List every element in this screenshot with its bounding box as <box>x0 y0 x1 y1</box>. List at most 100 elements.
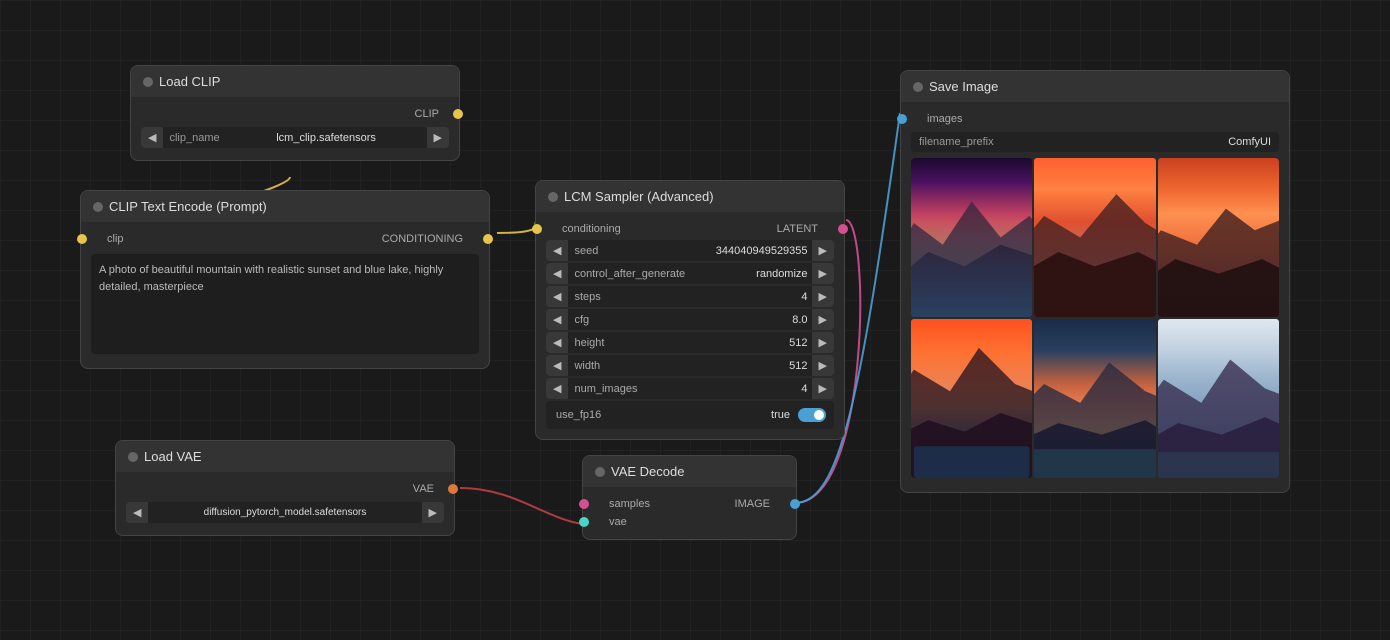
num-images-value: 4 <box>641 379 811 399</box>
latent-output-dot[interactable] <box>838 224 848 234</box>
output-image-4 <box>911 319 1032 478</box>
vae-decode-title: VAE Decode <box>611 464 684 479</box>
load-vae-body: VAE ◀ diffusion_pytorch_model.safetensor… <box>116 472 454 535</box>
clip-text-title: CLIP Text Encode (Prompt) <box>109 199 267 214</box>
vae-output-label: VAE <box>413 483 434 495</box>
filename-prefix-label: filename_prefix <box>911 132 1220 152</box>
vae-input-dot[interactable] <box>579 517 589 527</box>
conditioning-output-label: CONDITIONING <box>382 233 463 245</box>
load-vae-node: Load VAE VAE ◀ diffusion_pytorch_model.s… <box>115 440 455 536</box>
vae-name-field[interactable]: ◀ diffusion_pytorch_model.safetensors ▶ <box>126 502 444 523</box>
vae-input-label: vae <box>609 516 627 528</box>
cfg-left-btn[interactable]: ◀ <box>546 309 568 330</box>
filename-prefix-field[interactable]: filename_prefix ComfyUI <box>911 132 1279 152</box>
steps-right-btn[interactable]: ▶ <box>812 286 834 307</box>
save-image-node: Save Image images filename_prefix ComfyU… <box>900 70 1290 493</box>
lcm-sampler-header: LCM Sampler (Advanced) <box>536 181 844 212</box>
clip-name-left-btn[interactable]: ◀ <box>141 127 163 148</box>
num-images-row[interactable]: ◀ num_images 4 ▶ <box>546 378 834 399</box>
clip-name-value: lcm_clip.safetensors <box>226 128 427 148</box>
load-vae-status-dot <box>128 452 138 462</box>
cfg-right-btn[interactable]: ▶ <box>812 309 834 330</box>
vae-name-right-btn[interactable]: ▶ <box>422 502 444 523</box>
vae-decode-node: VAE Decode samples IMAGE vae <box>582 455 797 540</box>
num-images-right-btn[interactable]: ▶ <box>812 378 834 399</box>
steps-value: 4 <box>605 287 812 307</box>
vae-decode-status-dot <box>595 467 605 477</box>
seed-right-btn[interactable]: ▶ <box>812 240 834 261</box>
use-fp16-row[interactable]: use_fp16 true <box>546 401 834 429</box>
control-after-left-btn[interactable]: ◀ <box>546 263 568 284</box>
height-row[interactable]: ◀ height 512 ▶ <box>546 332 834 353</box>
conditioning-output-dot[interactable] <box>483 234 493 244</box>
vae-output-port: VAE <box>116 480 454 498</box>
use-fp16-value: true <box>605 405 794 425</box>
control-after-row[interactable]: ◀ control_after_generate randomize ▶ <box>546 263 834 284</box>
load-clip-title: Load CLIP <box>159 74 220 89</box>
steps-left-btn[interactable]: ◀ <box>546 286 568 307</box>
lcm-sampler-body: conditioning LATENT ◀ seed 3440409495293… <box>536 212 844 439</box>
width-label: width <box>568 360 604 372</box>
cfg-row[interactable]: ◀ cfg 8.0 ▶ <box>546 309 834 330</box>
vae-decode-header: VAE Decode <box>583 456 796 487</box>
height-left-btn[interactable]: ◀ <box>546 332 568 353</box>
seed-value: 344040949529355 <box>602 241 811 261</box>
num-images-label: num_images <box>568 383 641 395</box>
num-images-left-btn[interactable]: ◀ <box>546 378 568 399</box>
clip-name-label: clip_name <box>163 128 225 148</box>
steps-row[interactable]: ◀ steps 4 ▶ <box>546 286 834 307</box>
save-image-header: Save Image <box>901 71 1289 102</box>
samples-input-dot[interactable] <box>579 499 589 509</box>
seed-left-btn[interactable]: ◀ <box>546 240 568 261</box>
output-image-5 <box>1034 319 1155 478</box>
load-vae-header: Load VAE <box>116 441 454 472</box>
seed-row[interactable]: ◀ seed 344040949529355 ▶ <box>546 240 834 261</box>
output-image-3 <box>1158 158 1279 317</box>
images-input-dot[interactable] <box>897 114 907 124</box>
height-value: 512 <box>608 333 811 353</box>
clip-text-encode-node: CLIP Text Encode (Prompt) clip CONDITION… <box>80 190 490 369</box>
height-right-btn[interactable]: ▶ <box>812 332 834 353</box>
clip-input-dot[interactable] <box>77 234 87 244</box>
seed-label: seed <box>568 245 602 257</box>
width-left-btn[interactable]: ◀ <box>546 355 568 376</box>
image-output-dot[interactable] <box>790 499 800 509</box>
output-image-1 <box>911 158 1032 317</box>
clip-output-label: CLIP <box>415 108 439 120</box>
width-value: 512 <box>604 356 811 376</box>
width-right-btn[interactable]: ▶ <box>812 355 834 376</box>
clip-name-right-btn[interactable]: ▶ <box>427 127 449 148</box>
vae-output-dot[interactable] <box>448 484 458 494</box>
clip-text-header: CLIP Text Encode (Prompt) <box>81 191 489 222</box>
clip-input-label: clip <box>107 233 124 245</box>
prompt-text-area[interactable]: A photo of beautiful mountain with reali… <box>91 254 479 354</box>
load-clip-body: CLIP ◀ clip_name lcm_clip.safetensors ▶ <box>131 97 459 160</box>
load-clip-node: Load CLIP CLIP ◀ clip_name lcm_clip.safe… <box>130 65 460 161</box>
save-image-status-dot <box>913 82 923 92</box>
save-image-body: images filename_prefix ComfyUI <box>901 102 1289 492</box>
clip-text-status-dot <box>93 202 103 212</box>
vae-name-left-btn[interactable]: ◀ <box>126 502 148 523</box>
conditioning-input-dot[interactable] <box>532 224 542 234</box>
clip-text-body: clip CONDITIONING A photo of beautiful m… <box>81 222 489 368</box>
latent-output-label: LATENT <box>777 223 818 235</box>
filename-prefix-value: ComfyUI <box>1220 132 1279 152</box>
width-row[interactable]: ◀ width 512 ▶ <box>546 355 834 376</box>
steps-label: steps <box>568 291 604 303</box>
load-clip-status-dot <box>143 77 153 87</box>
conditioning-input-label: conditioning <box>562 223 621 235</box>
control-after-label: control_after_generate <box>568 268 689 280</box>
output-image-2 <box>1034 158 1155 317</box>
load-vae-title: Load VAE <box>144 449 202 464</box>
use-fp16-toggle[interactable] <box>798 408 826 422</box>
control-after-value: randomize <box>689 264 811 284</box>
clip-output-dot[interactable] <box>453 109 463 119</box>
image-output-label: IMAGE <box>735 498 770 510</box>
save-image-title: Save Image <box>929 79 998 94</box>
clip-name-field[interactable]: ◀ clip_name lcm_clip.safetensors ▶ <box>141 127 449 148</box>
output-image-6 <box>1158 319 1279 478</box>
lcm-status-dot <box>548 192 558 202</box>
control-after-right-btn[interactable]: ▶ <box>812 263 834 284</box>
cfg-label: cfg <box>568 314 593 326</box>
height-label: height <box>568 337 608 349</box>
